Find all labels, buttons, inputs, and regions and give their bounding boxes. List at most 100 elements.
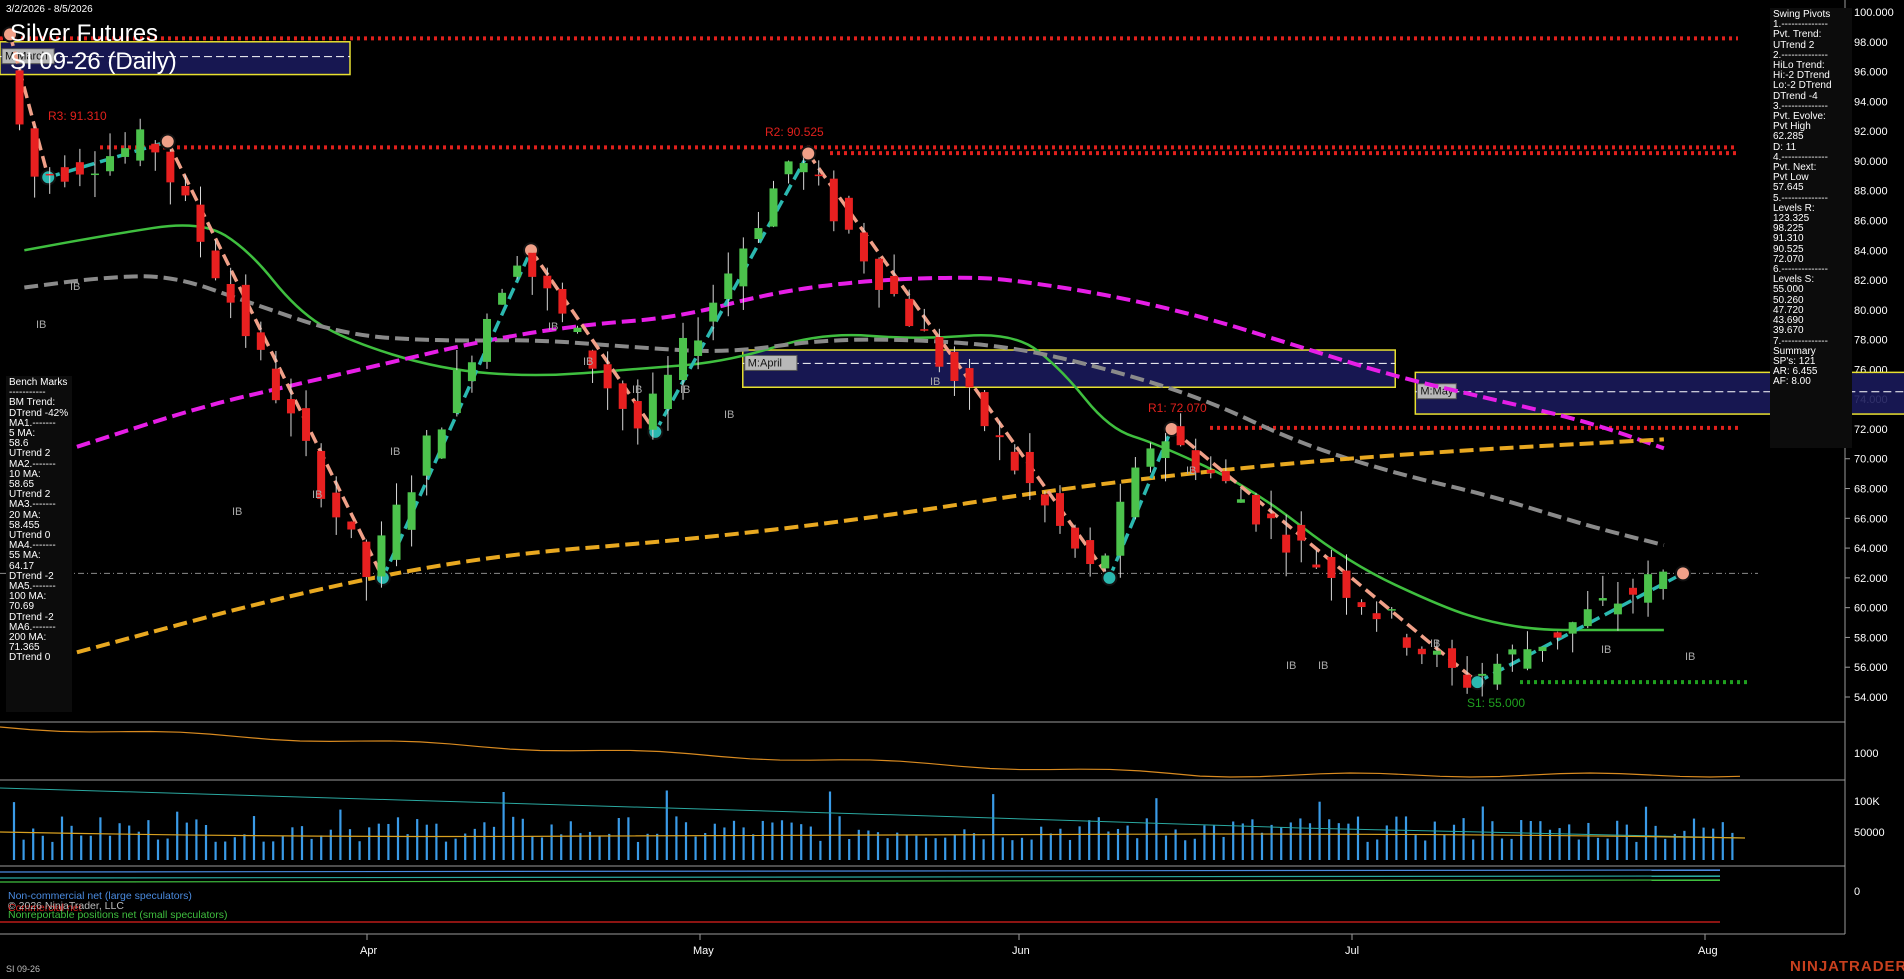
candle-body [211,250,220,279]
ma-line-ma20 [24,224,1664,632]
candle-body [663,374,672,409]
candle-body [618,383,627,409]
candle-body [437,429,446,459]
candle-body [347,521,356,530]
ib-label: IB [232,506,242,518]
candle-body [543,275,552,289]
candle-body [1508,649,1517,655]
candle-body [980,392,989,427]
candle-body [181,185,190,196]
candle-body [1538,646,1547,652]
y-tick-label: 58.000 [1854,632,1888,644]
ib-label: IB [583,356,593,368]
candle-body [1327,556,1336,578]
x-tick-label: Jun [1012,945,1030,957]
candle-body [377,535,386,577]
candle-body [754,228,763,240]
y-tick-label: 66.000 [1854,513,1888,525]
candle-body [1101,555,1110,569]
candle-body [498,292,507,305]
candle-body [483,318,492,362]
x-tick-label: Aug [1698,945,1718,957]
candle-body [1583,609,1592,627]
cot-noncommercial-line [0,869,1721,873]
legend-nonreportable: Nonreportable positions net (small specu… [8,909,228,921]
candle-body [1659,571,1668,589]
ib-label: IB [1286,660,1296,672]
candle-body [1025,451,1034,484]
candle-body [271,368,280,401]
indicator2-tick: 100K [1854,796,1880,808]
candle-body [965,368,974,388]
candle-body [75,162,84,175]
swing-leg [1476,571,1684,684]
y-tick-label: 84.000 [1854,245,1888,257]
candle-body [1176,426,1185,446]
candle-body [1086,540,1095,565]
panel-line: 39.670 [1773,325,1804,337]
ninjatrader-logo: NINJATRADER [1790,958,1904,975]
candle-body [467,362,476,382]
x-tick-label: Apr [360,945,377,957]
ib-label: IB [390,446,400,458]
candle-body [1613,603,1622,615]
y-tick-label: 56.000 [1854,662,1888,674]
panel-line: AF: 8.00 [1773,376,1811,388]
candle-body [1644,574,1653,603]
candle-body [136,129,145,161]
candle-body [859,232,868,262]
candle-body [1387,609,1396,611]
candle-body [513,265,522,277]
level-label: R1: 72.070 [1148,401,1207,415]
y-tick-label: 72.000 [1854,424,1888,436]
candle-body [1432,650,1441,655]
y-tick-label: 78.000 [1854,335,1888,347]
candle-body [241,284,250,337]
ib-label: IB [312,489,322,501]
candle-body [1478,673,1487,676]
candle-body [1116,501,1125,556]
y-tick-label: 82.000 [1854,275,1888,287]
ib-label: IB [1685,651,1695,663]
y-tick-label: 86.000 [1854,215,1888,227]
x-tick-label: Jul [1345,945,1359,957]
candle-body [1252,494,1261,525]
candle-body [1312,564,1321,568]
candle-body [151,143,160,153]
candle-body [844,197,853,230]
candle-body [1372,613,1381,620]
candle-body [829,178,838,222]
candle-body [422,435,431,476]
candle-body [1267,513,1276,519]
footer-symbol: SI 09-26 [6,964,41,974]
chart-subtitle: SI 09-26 (Daily) [10,48,177,75]
y-tick-label: 54.000 [1854,692,1888,704]
candle-body [1598,598,1607,601]
candle-body [332,492,341,518]
candle-body [166,151,175,183]
candle-body [679,337,688,380]
y-tick-label: 60.000 [1854,603,1888,615]
candle-body [814,174,823,177]
ib-label: IB [1186,465,1196,477]
ib-label: IB [1318,660,1328,672]
candle-body [1206,469,1215,474]
candle-body [1342,570,1351,598]
price-chart[interactable]: 100.000 98.000 96.000 94.000 92.000 90.000 88.… [0,0,1904,979]
swing-point-low [1101,569,1118,586]
y-tick-label: 80.000 [1854,305,1888,317]
cot-nonreportable-line [0,879,1721,883]
candle-body [1055,493,1064,526]
indicator-line [0,726,1741,778]
date-range: 3/2/2026 - 8/5/2026 [6,4,93,15]
candle-body [633,401,642,429]
indicator3-tick: 0 [1854,886,1860,898]
y-tick-label: 90.000 [1854,156,1888,168]
candle-body [1568,622,1577,634]
candle-body [769,188,778,227]
candle-body [573,327,582,333]
candle-body [784,161,793,175]
y-tick-label: 62.000 [1854,573,1888,585]
candle-body [1131,467,1140,518]
candle-body [1282,534,1291,553]
